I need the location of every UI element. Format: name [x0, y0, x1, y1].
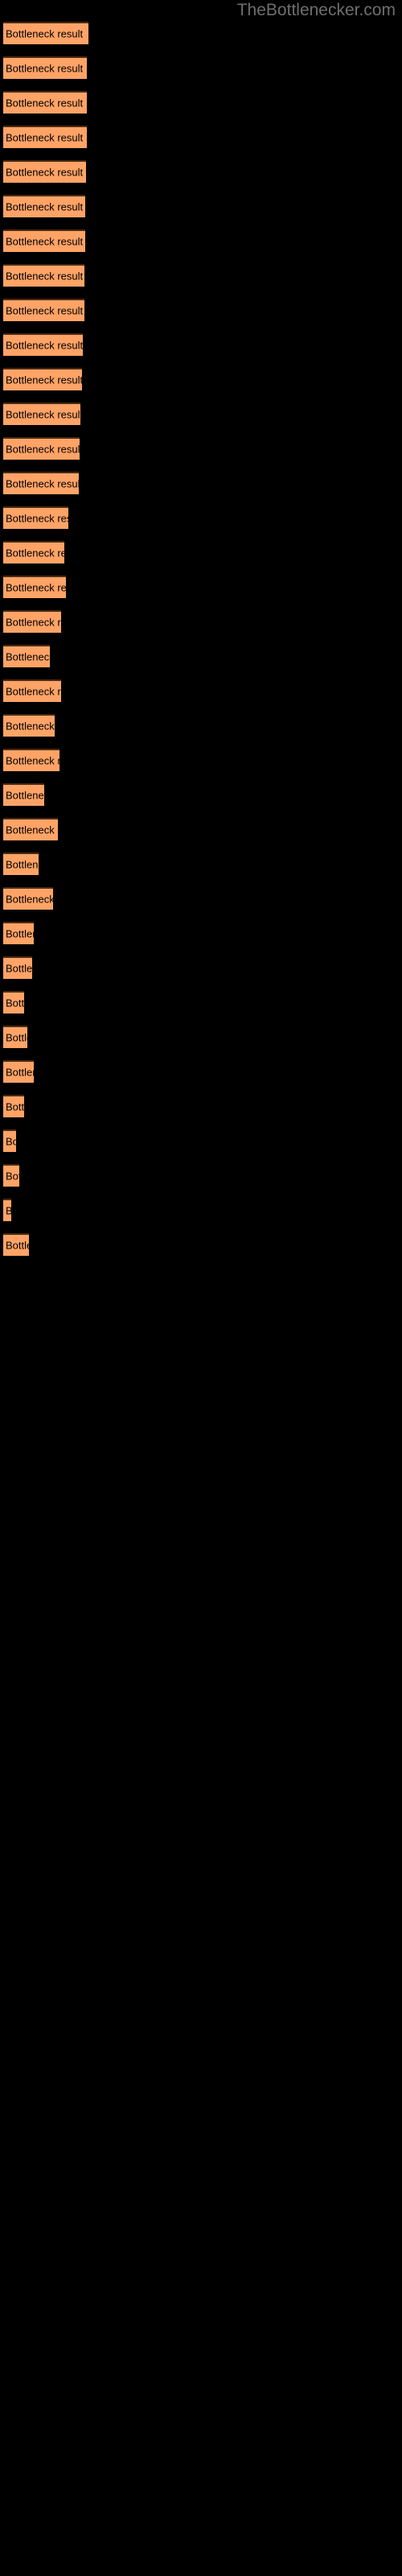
bar-segment[interactable]: Bottleneck result	[3, 714, 55, 737]
bar-label: Bottleneck result	[6, 1066, 34, 1079]
bar-list: Bottleneck result Bottleneck result Bottle…	[0, 0, 402, 2576]
bar-label: Bottleneck result	[6, 512, 68, 525]
bar-label: Bottleneck result	[6, 547, 64, 559]
bar-label: Bottleneck result	[6, 824, 58, 836]
bottleneck-chart-root: TheBottlenecker.com Bottleneck result Bot…	[0, 0, 402, 2576]
bar-label: Bottleneck result	[6, 1031, 27, 1044]
bar-segment[interactable]: Bottleneck result	[3, 126, 87, 148]
bar-segment[interactable]: Bottleneck result	[3, 229, 85, 252]
bar-label: Bottleneck result	[6, 131, 84, 144]
bar-segment[interactable]: Bottleneck result	[3, 956, 32, 979]
bar-segment[interactable]: Bottleneck result	[3, 749, 59, 771]
bar-segment[interactable]: Bottleneck result	[3, 645, 50, 667]
bar-label: Bottleneck result	[6, 304, 84, 317]
bar-label: Bottleneck result	[6, 685, 61, 698]
bar-segment[interactable]: Bottleneck result	[3, 506, 68, 529]
bar-label: Bottleneck result	[6, 1239, 29, 1252]
bar-label: Bottleneck result	[6, 270, 84, 283]
bar-segment[interactable]: Bottleneck result	[3, 783, 44, 806]
bar-label: Bottleneck result	[6, 1170, 19, 1183]
bar-label: Bottleneck result	[6, 477, 79, 490]
bar-segment[interactable]: Bottleneck result	[3, 402, 80, 425]
bar-label: Bottleneck result	[6, 789, 44, 802]
bar-segment[interactable]: Bottleneck result	[3, 472, 79, 494]
bar-segment[interactable]: Bottleneck result	[3, 56, 87, 79]
bar-segment[interactable]: Bottleneck result	[3, 852, 39, 875]
bar-label: Bottleneck result	[6, 962, 32, 975]
bar-segment[interactable]: Bottleneck result	[3, 160, 86, 183]
bar-segment[interactable]: Bottleneck result	[3, 368, 82, 390]
bar-label: Bottleneck result	[6, 443, 80, 456]
bar-segment[interactable]: Bottleneck result	[3, 679, 61, 702]
bar-segment[interactable]: Bottleneck result	[3, 991, 24, 1013]
bar-label: Bottleneck result	[6, 339, 83, 352]
bar-segment[interactable]: Bottleneck result	[3, 1199, 11, 1221]
bar-label: Bottleneck result	[6, 1100, 24, 1113]
bar-segment[interactable]: Bottleneck result	[3, 1233, 29, 1256]
bar-segment[interactable]: Bottleneck result	[3, 264, 84, 287]
bar-segment[interactable]: Bottleneck result	[3, 22, 88, 44]
bar-segment[interactable]: Bottleneck result	[3, 437, 80, 460]
bar-segment[interactable]: Bottleneck result	[3, 1164, 19, 1187]
bar-segment[interactable]: Bottleneck result	[3, 91, 87, 114]
bar-label: Bottleneck result	[6, 27, 84, 40]
bar-segment[interactable]: Bottleneck result	[3, 1026, 27, 1048]
bar-label: Bottleneck result	[6, 1135, 16, 1148]
bar-segment[interactable]: Bottleneck result	[3, 1095, 24, 1117]
bar-label: Bottleneck result	[6, 1205, 11, 1217]
bar-segment[interactable]: Bottleneck result	[3, 576, 66, 598]
bar-label: Bottleneck result	[6, 62, 84, 75]
bar-segment[interactable]: Bottleneck result	[3, 922, 34, 944]
bar-label: Bottleneck result	[6, 408, 80, 421]
bar-segment[interactable]: Bottleneck result	[3, 541, 64, 564]
bar-label: Bottleneck result	[6, 97, 84, 109]
bar-segment[interactable]: Bottleneck result	[3, 887, 53, 910]
bar-label: Bottleneck result	[6, 650, 50, 663]
bar-segment[interactable]: Bottleneck result	[3, 610, 61, 633]
bar-label: Bottleneck result	[6, 166, 84, 179]
bar-segment[interactable]: Bottleneck result	[3, 195, 85, 217]
bar-label: Bottleneck result	[6, 581, 66, 594]
bar-label: Bottleneck result	[6, 616, 61, 629]
bar-segment[interactable]: Bottleneck result	[3, 818, 58, 840]
bar-label: Bottleneck result	[6, 927, 34, 940]
bar-label: Bottleneck result	[6, 858, 39, 871]
bar-label: Bottleneck result	[6, 200, 84, 213]
bar-label: Bottleneck result	[6, 893, 53, 906]
bar-label: Bottleneck result	[6, 997, 24, 1009]
bar-label: Bottleneck result	[6, 235, 84, 248]
bar-segment[interactable]: Bottleneck result	[3, 299, 84, 321]
bar-label: Bottleneck result	[6, 374, 82, 386]
bar-label: Bottleneck result	[6, 754, 59, 767]
bar-label: Bottleneck result	[6, 720, 55, 733]
bar-segment[interactable]: Bottleneck result	[3, 1060, 34, 1083]
bar-segment[interactable]: Bottleneck result	[3, 333, 83, 356]
bar-segment[interactable]: Bottleneck result	[3, 1129, 16, 1152]
